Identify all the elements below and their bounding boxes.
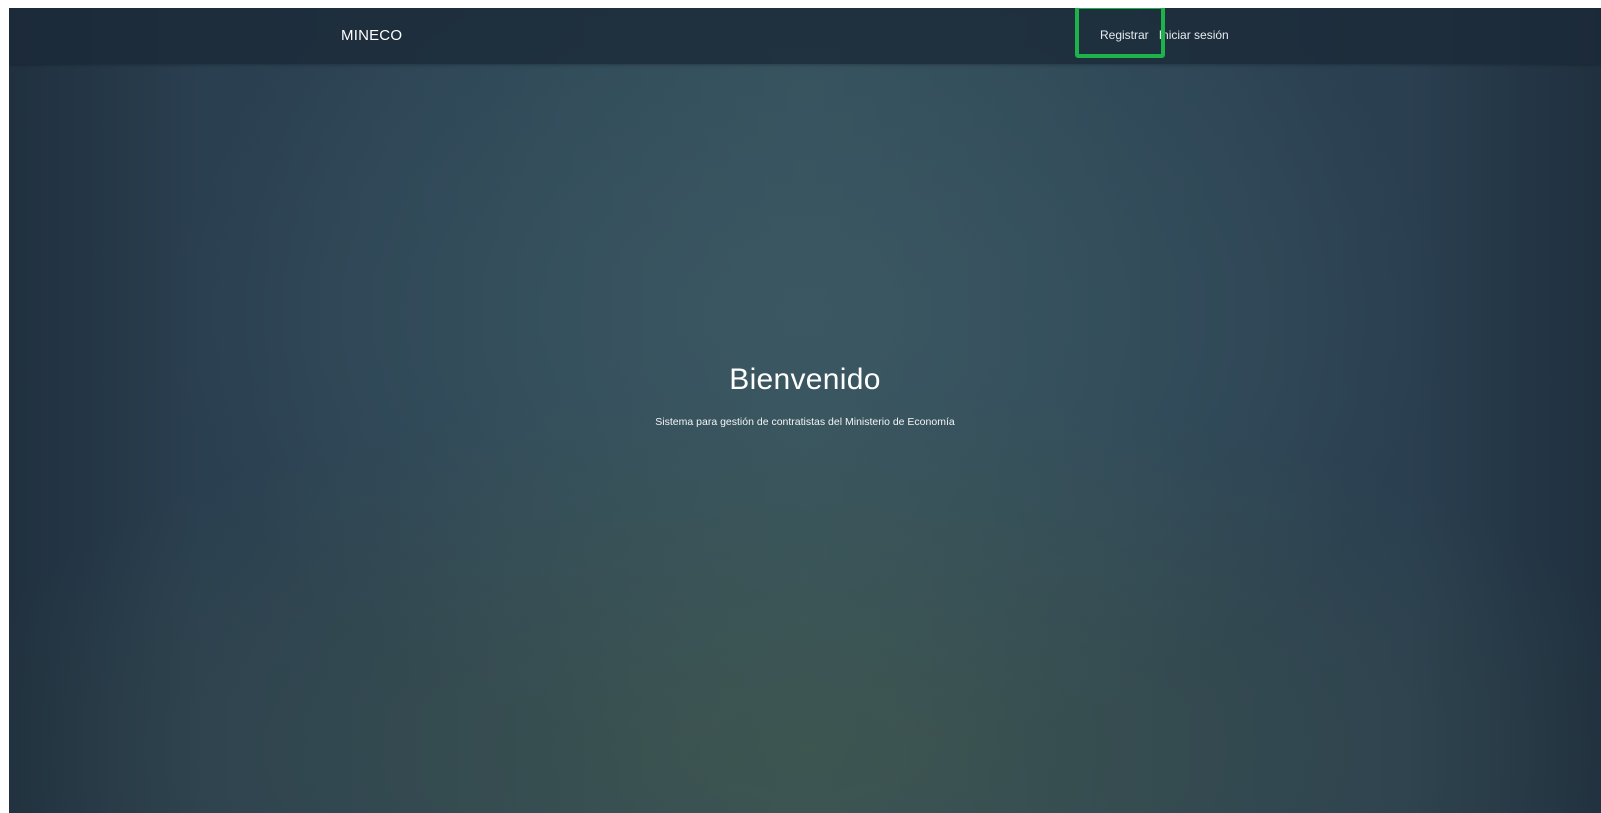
welcome-subtitle: Sistema para gestión de contratistas del… [655, 416, 955, 428]
brand-link[interactable]: MINECO [341, 27, 402, 44]
page-viewport: MINECO Registrar Iniciar sesión Bienveni… [9, 8, 1601, 813]
login-link[interactable]: Iniciar sesión [1159, 28, 1229, 42]
register-link[interactable]: Registrar [1100, 28, 1149, 42]
hero-section: Bienvenido Sistema para gestión de contr… [9, 363, 1601, 428]
welcome-title: Bienvenido [729, 363, 881, 396]
top-navbar: MINECO Registrar Iniciar sesión [9, 8, 1601, 64]
nav-links: Registrar Iniciar sesión [1100, 28, 1229, 42]
